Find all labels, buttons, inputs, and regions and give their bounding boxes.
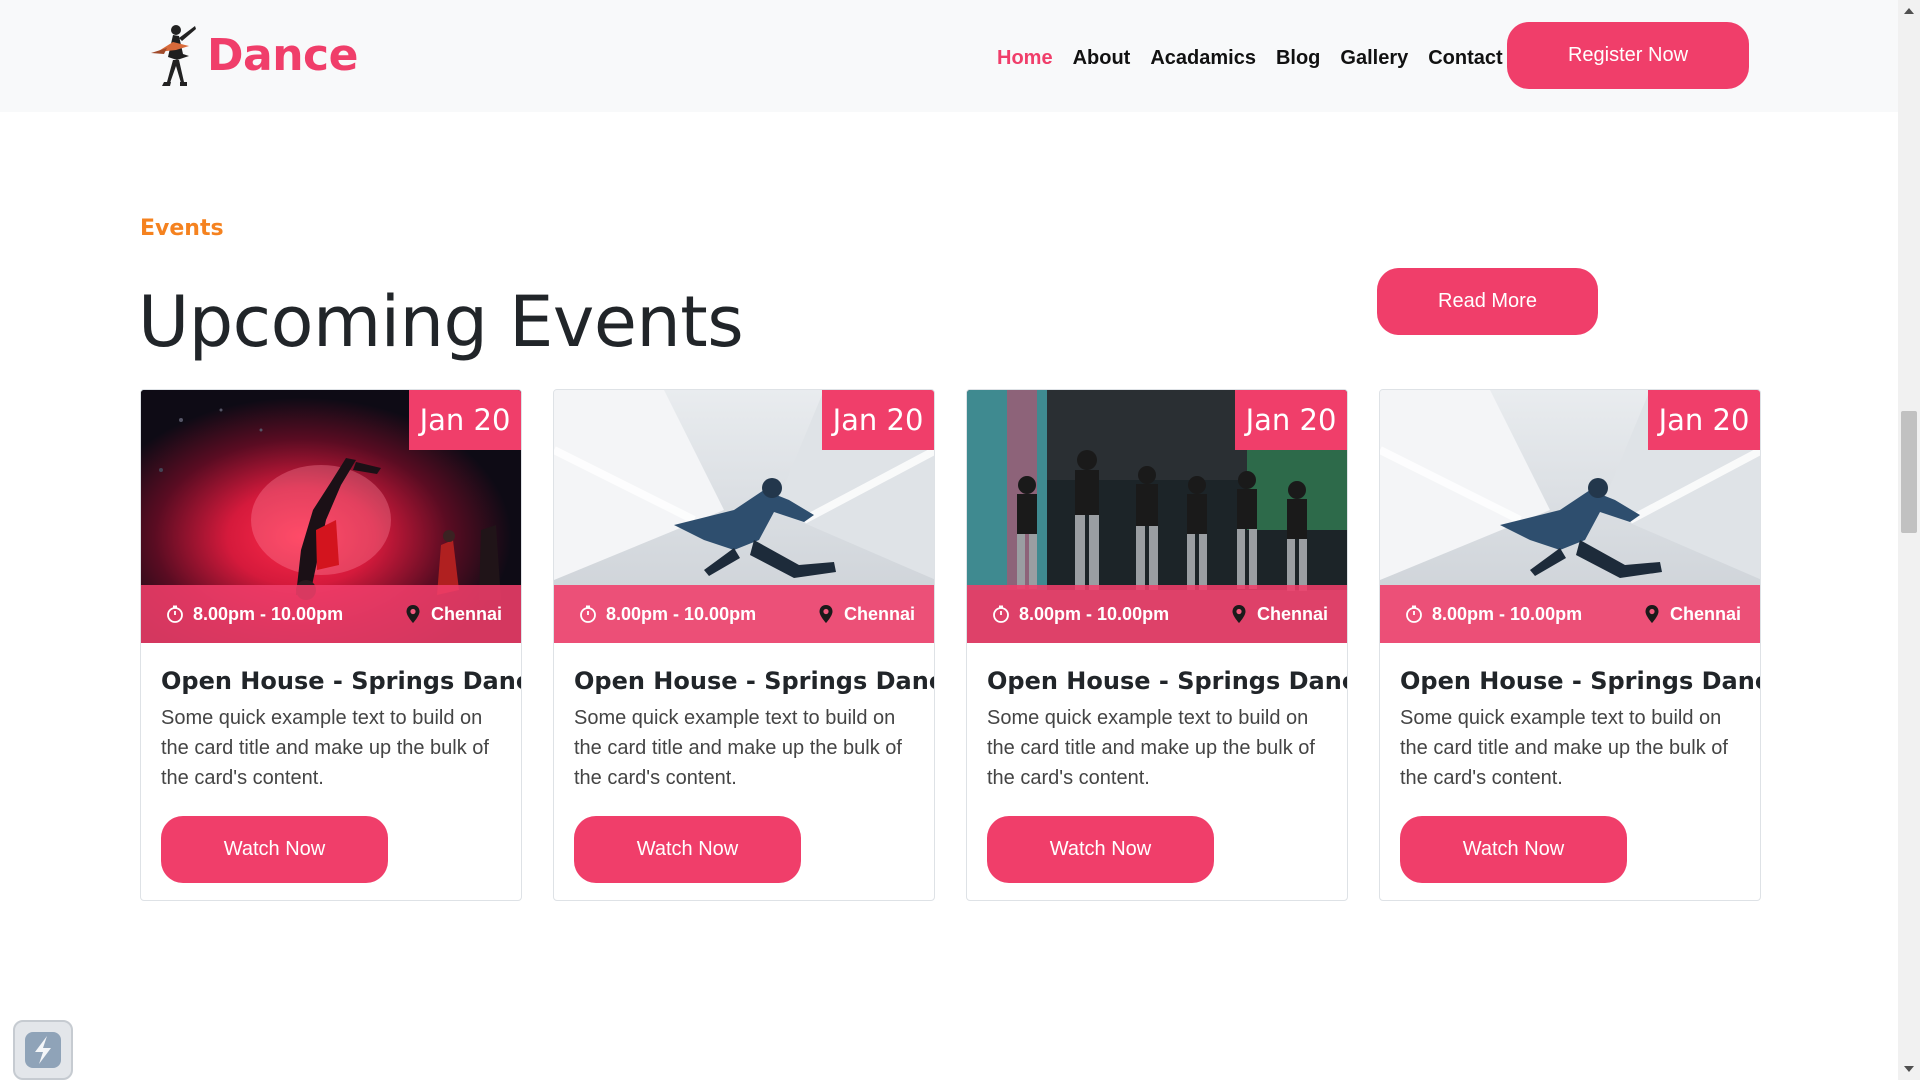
brand-name: Dance [207,30,358,81]
card-title: Open House - Springs Dance [1400,667,1761,695]
page: Dance Home About Acadamics Blog Gallery … [0,0,1920,1080]
card-text: Some quick example text to build on the … [987,707,1315,789]
card-media: Jan 20 8.00pm - 10.00pm Chennai [967,390,1347,643]
date-badge: Jan 20 [409,390,521,450]
map-pin-icon [1232,605,1246,623]
nav-gallery-link[interactable]: Gallery [1330,40,1418,76]
nav-about-link[interactable]: About [1063,40,1141,76]
scroll-down-arrow-icon[interactable] [1904,1066,1914,1072]
watch-now-button[interactable]: Watch Now [161,816,388,883]
scroll-up-arrow-icon[interactable] [1904,8,1914,14]
card-title: Open House - Springs Dance [987,667,1348,695]
card-media: Jan 20 8.00pm - 10.00pm Chennai [1380,390,1760,643]
location-meta: Chennai [816,604,915,625]
nav-blog-link[interactable]: Blog [1266,40,1330,76]
watch-now-button[interactable]: Watch Now [1400,816,1627,883]
nav-contact-link[interactable]: Contact [1418,40,1512,76]
card-text: Some quick example text to build on the … [574,707,902,789]
event-location: Chennai [1256,603,1328,624]
event-card: Jan 20 8.00pm - 10.00pm Chennai Open Hou… [553,389,935,901]
date-badge: Jan 20 [1648,390,1760,450]
stopwatch-icon [580,605,596,623]
event-location: Chennai [1669,603,1741,624]
navbar: Dance Home About Acadamics Blog Gallery … [0,0,1898,112]
stopwatch-icon [1406,605,1422,623]
vertical-scrollbar[interactable] [1898,0,1920,1080]
card-body: Open House - Springs Dance Some quick ex… [554,643,934,883]
nav-home-link[interactable]: Home [987,40,1063,76]
event-card: Jan 20 8.00pm - 10.00pm Chennai Open Hou… [140,389,522,901]
register-now-button[interactable]: Register Now [1507,22,1749,89]
card-text: Some quick example text to build on the … [161,707,489,789]
event-location: Chennai [843,603,915,624]
card-title: Open House - Springs Dance [161,667,522,695]
event-time: 8.00pm - 10.00pm [606,603,757,624]
time-meta: 8.00pm - 10.00pm [165,604,343,625]
stopwatch-icon [167,605,183,623]
card-text: Some quick example text to build on the … [1400,707,1728,789]
map-pin-icon [819,605,833,623]
map-pin-icon [406,605,420,623]
time-meta: 8.00pm - 10.00pm [991,604,1169,625]
card-title: Open House - Springs Dance [574,667,935,695]
floating-app-widget[interactable] [13,1020,73,1080]
stopwatch-icon [993,605,1009,623]
event-meta-bar: 8.00pm - 10.00pm Chennai [967,585,1347,643]
event-time: 8.00pm - 10.00pm [1432,603,1583,624]
card-body: Open House - Springs Dance Some quick ex… [1380,643,1760,883]
map-pin-icon [1645,605,1659,623]
section-eyebrow: Events [140,216,224,241]
event-meta-bar: 8.00pm - 10.00pm Chennai [141,585,521,643]
nav-menu: Home About Acadamics Blog Gallery Contac… [987,40,1513,76]
event-meta-bar: 8.00pm - 10.00pm Chennai [1380,585,1760,643]
time-meta: 8.00pm - 10.00pm [1404,604,1582,625]
event-card: Jan 20 8.00pm - 10.00pm Chennai Open Hou… [966,389,1348,901]
time-meta: 8.00pm - 10.00pm [578,604,756,625]
event-meta-bar: 8.00pm - 10.00pm Chennai [554,585,934,643]
brand-link[interactable]: Dance [143,20,358,92]
card-media: Jan 20 8.00pm - 10.00pm Chennai [554,390,934,643]
event-location: Chennai [430,603,502,624]
card-media: Jan 20 8.00pm - 10.00pm Chennai [141,390,521,643]
nav-acadamics-link[interactable]: Acadamics [1140,40,1266,76]
read-more-button[interactable]: Read More [1377,268,1598,335]
event-time: 8.00pm - 10.00pm [193,603,344,624]
location-meta: Chennai [403,604,502,625]
watch-now-button[interactable]: Watch Now [574,816,801,883]
section-title: Upcoming Events [138,281,744,363]
event-cards: Jan 20 8.00pm - 10.00pm Chennai Open Hou… [140,389,1761,901]
event-time: 8.00pm - 10.00pm [1019,603,1170,624]
location-meta: Chennai [1229,604,1328,625]
lightning-app-icon [25,1032,61,1068]
location-meta: Chennai [1642,604,1741,625]
date-badge: Jan 20 [1235,390,1347,450]
dancer-logo-icon [151,25,196,86]
card-body: Open House - Springs Dance Some quick ex… [141,643,521,883]
card-body: Open House - Springs Dance Some quick ex… [967,643,1347,883]
event-card: Jan 20 8.00pm - 10.00pm Chennai Open Hou… [1379,389,1761,901]
watch-now-button[interactable]: Watch Now [987,816,1214,883]
date-badge: Jan 20 [822,390,934,450]
scroll-thumb[interactable] [1901,411,1917,533]
